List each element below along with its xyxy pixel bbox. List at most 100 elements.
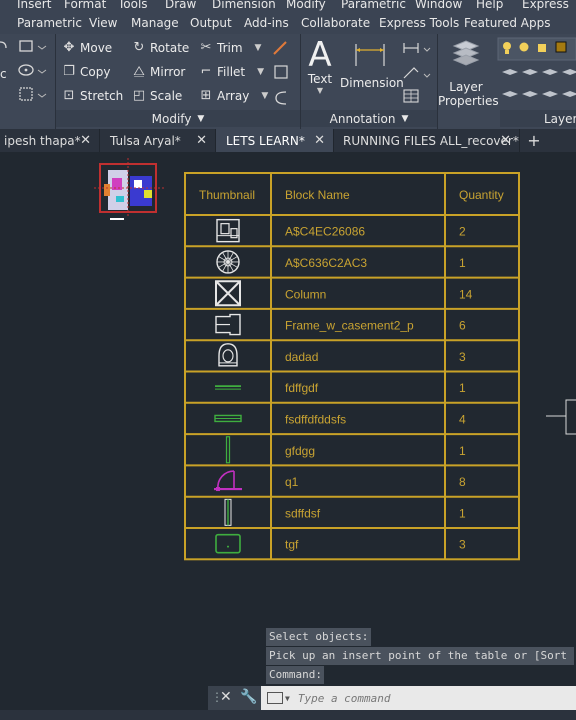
scale-button[interactable]: ◰ Scale xyxy=(132,88,182,103)
block-name-cell: fdffgdf xyxy=(285,381,319,395)
circle-hatch-icon xyxy=(216,250,240,274)
wrench-icon[interactable]: 🔧 xyxy=(240,689,257,705)
double-line-green-icon xyxy=(214,414,242,423)
tab-view[interactable]: View xyxy=(89,16,117,30)
tab-add-ins[interactable]: Add-ins xyxy=(244,16,289,30)
doc-tab-lets-learn[interactable]: LETS LEARN* ✕ xyxy=(216,129,334,152)
vertical-bar-green-icon xyxy=(225,436,231,464)
layer-tools[interactable] xyxy=(496,36,576,110)
table-row[interactable]: fdffgdf 1 xyxy=(215,381,466,395)
chevron-down-icon[interactable]: ▼ xyxy=(255,43,262,53)
close-icon[interactable]: ✕ xyxy=(500,133,511,148)
modify-extra-tools[interactable] xyxy=(270,38,294,108)
chevron-down-icon[interactable]: ▼ xyxy=(257,67,264,77)
array-button[interactable]: ⊞ Array ▼ xyxy=(199,88,269,103)
layers-stack-icon xyxy=(452,40,480,66)
draw-tools-icon[interactable]: c xyxy=(0,34,55,109)
annotation-panel-title[interactable]: Annotation ▼ xyxy=(301,110,437,127)
trim-button[interactable]: ✂ Trim ▼ xyxy=(199,40,262,55)
menu-format[interactable]: Format xyxy=(64,0,106,11)
dimension-button[interactable]: Dimension xyxy=(340,36,404,106)
drawing-canvas[interactable]: Thumbnail Block Name Quantity A$C4EC26086 2 A… xyxy=(0,152,576,680)
fillet-button[interactable]: ⌐ Fillet ▼ xyxy=(199,64,265,79)
table-header-cell: Block Name xyxy=(285,188,350,202)
menu-help[interactable]: Help xyxy=(476,0,503,11)
quantity-cell: 1 xyxy=(459,444,466,458)
quantity-cell: 1 xyxy=(459,256,466,270)
close-icon[interactable]: ✕ xyxy=(314,133,325,148)
layer-properties-button[interactable]: Layer Properties xyxy=(438,36,499,108)
table-row[interactable]: A$C4EC26086 2 xyxy=(216,218,466,243)
text-button[interactable]: A Text ▼ xyxy=(302,36,338,106)
quantity-cell: 8 xyxy=(459,475,466,489)
table-row[interactable]: tgf 3 xyxy=(215,533,466,554)
menu-bar: Insert Format Tools Draw Dimension Modif… xyxy=(0,0,576,12)
doc-tab-running-files[interactable]: RUNNING FILES ALL_recover* ✕ xyxy=(334,129,520,152)
doc-tab-ipesh-thapa[interactable]: ipesh thapa* ✕ xyxy=(0,129,100,152)
layers-panel-title[interactable]: Layers xyxy=(500,110,576,127)
stretch-button[interactable]: ⊡ Stretch xyxy=(62,88,124,103)
chevron-down-icon: ▼ xyxy=(197,113,205,124)
ribbon-tabs: Parametric View Manage Output Add-ins Co… xyxy=(0,12,576,34)
document-tabs: ipesh thapa* ✕ Tulsa Aryal* ✕ LETS LEARN* ✕… xyxy=(0,129,576,152)
menu-draw[interactable]: Draw xyxy=(165,0,196,11)
dimension-icon xyxy=(355,44,385,66)
block-name-cell: tgf xyxy=(285,538,299,552)
menu-tools[interactable]: Tools xyxy=(118,0,148,11)
tab-parametric[interactable]: Parametric xyxy=(17,16,82,30)
annotation-extra-tools[interactable] xyxy=(400,38,434,108)
mirror-button[interactable]: ⧋ Mirror xyxy=(132,64,185,79)
chevron-down-icon[interactable]: ▼ xyxy=(261,91,268,101)
table-row[interactable]: A$C636C2AC3 1 xyxy=(216,250,466,274)
menu-express[interactable]: Express xyxy=(522,0,569,11)
menu-parametric[interactable]: Parametric xyxy=(341,0,406,11)
block-name-cell: fsdffdfddsfs xyxy=(285,412,346,426)
close-icon[interactable]: ✕ xyxy=(196,133,207,148)
table-row[interactable]: dadad 3 xyxy=(218,343,466,367)
draw-panel-partial: c xyxy=(0,34,55,129)
table-row[interactable]: q1 8 xyxy=(214,470,466,492)
status-strip xyxy=(0,710,576,720)
new-tab-plus-icon[interactable]: + xyxy=(524,131,544,150)
door-swing-icon xyxy=(214,470,242,492)
quantity-cell: 1 xyxy=(459,506,466,520)
tab-manage[interactable]: Manage xyxy=(131,16,179,30)
quantity-cell: 1 xyxy=(459,381,466,395)
vertical-double-bar-icon xyxy=(224,498,232,526)
fillet-icon: ⌐ xyxy=(200,64,212,79)
tab-output[interactable]: Output xyxy=(190,16,232,30)
menu-dimension[interactable]: Dimension xyxy=(212,0,276,11)
menu-modify[interactable]: Modify xyxy=(286,0,326,11)
rotate-button[interactable]: ↻ Rotate xyxy=(132,40,190,55)
command-input[interactable]: ▼ Type a command xyxy=(261,686,576,710)
move-button[interactable]: ✥ Move xyxy=(62,40,113,55)
frame-icon xyxy=(215,313,241,336)
doc-tab-tulsa-aryal[interactable]: Tulsa Aryal* ✕ xyxy=(100,129,216,152)
table-row[interactable]: Frame_w_casement2_p 6 xyxy=(215,313,466,336)
floor-plan-drawing[interactable] xyxy=(94,158,164,238)
table-row[interactable]: gfdgg 1 xyxy=(225,436,467,464)
table-row[interactable]: fsdffdfddsfs 4 xyxy=(214,412,466,426)
quantity-cell: 3 xyxy=(459,538,466,552)
column-icon xyxy=(215,280,241,307)
table-row[interactable]: Column 14 xyxy=(215,280,473,307)
partial-entity-right[interactable] xyxy=(546,396,576,438)
tab-featured-apps[interactable]: Featured Apps xyxy=(464,16,550,30)
modify-panel-title[interactable]: Modify ▼ xyxy=(56,110,300,127)
close-icon[interactable]: ✕ xyxy=(220,689,232,705)
tab-collaborate[interactable]: Collaborate xyxy=(301,16,370,30)
tab-express-tools[interactable]: Express Tools xyxy=(379,16,459,30)
close-icon[interactable]: ✕ xyxy=(80,133,91,148)
quantity-cell: 6 xyxy=(459,319,466,333)
chevron-down-icon[interactable]: ▼ xyxy=(285,694,290,703)
copy-button[interactable]: ❐ Copy xyxy=(62,64,110,79)
table-row[interactable]: sdffdsf 1 xyxy=(224,498,466,526)
block-name-cell: A$C4EC26086 xyxy=(285,225,365,239)
block-name-cell: q1 xyxy=(285,475,299,489)
menu-insert[interactable]: Insert xyxy=(17,0,51,11)
quantity-cell: 3 xyxy=(459,350,466,364)
menu-window[interactable]: Window xyxy=(415,0,462,11)
block-table[interactable]: Thumbnail Block Name QuantityA$C4EC26086 2A… xyxy=(184,172,520,562)
command-prompt-icon[interactable] xyxy=(267,692,283,704)
toilet-icon xyxy=(218,343,238,367)
